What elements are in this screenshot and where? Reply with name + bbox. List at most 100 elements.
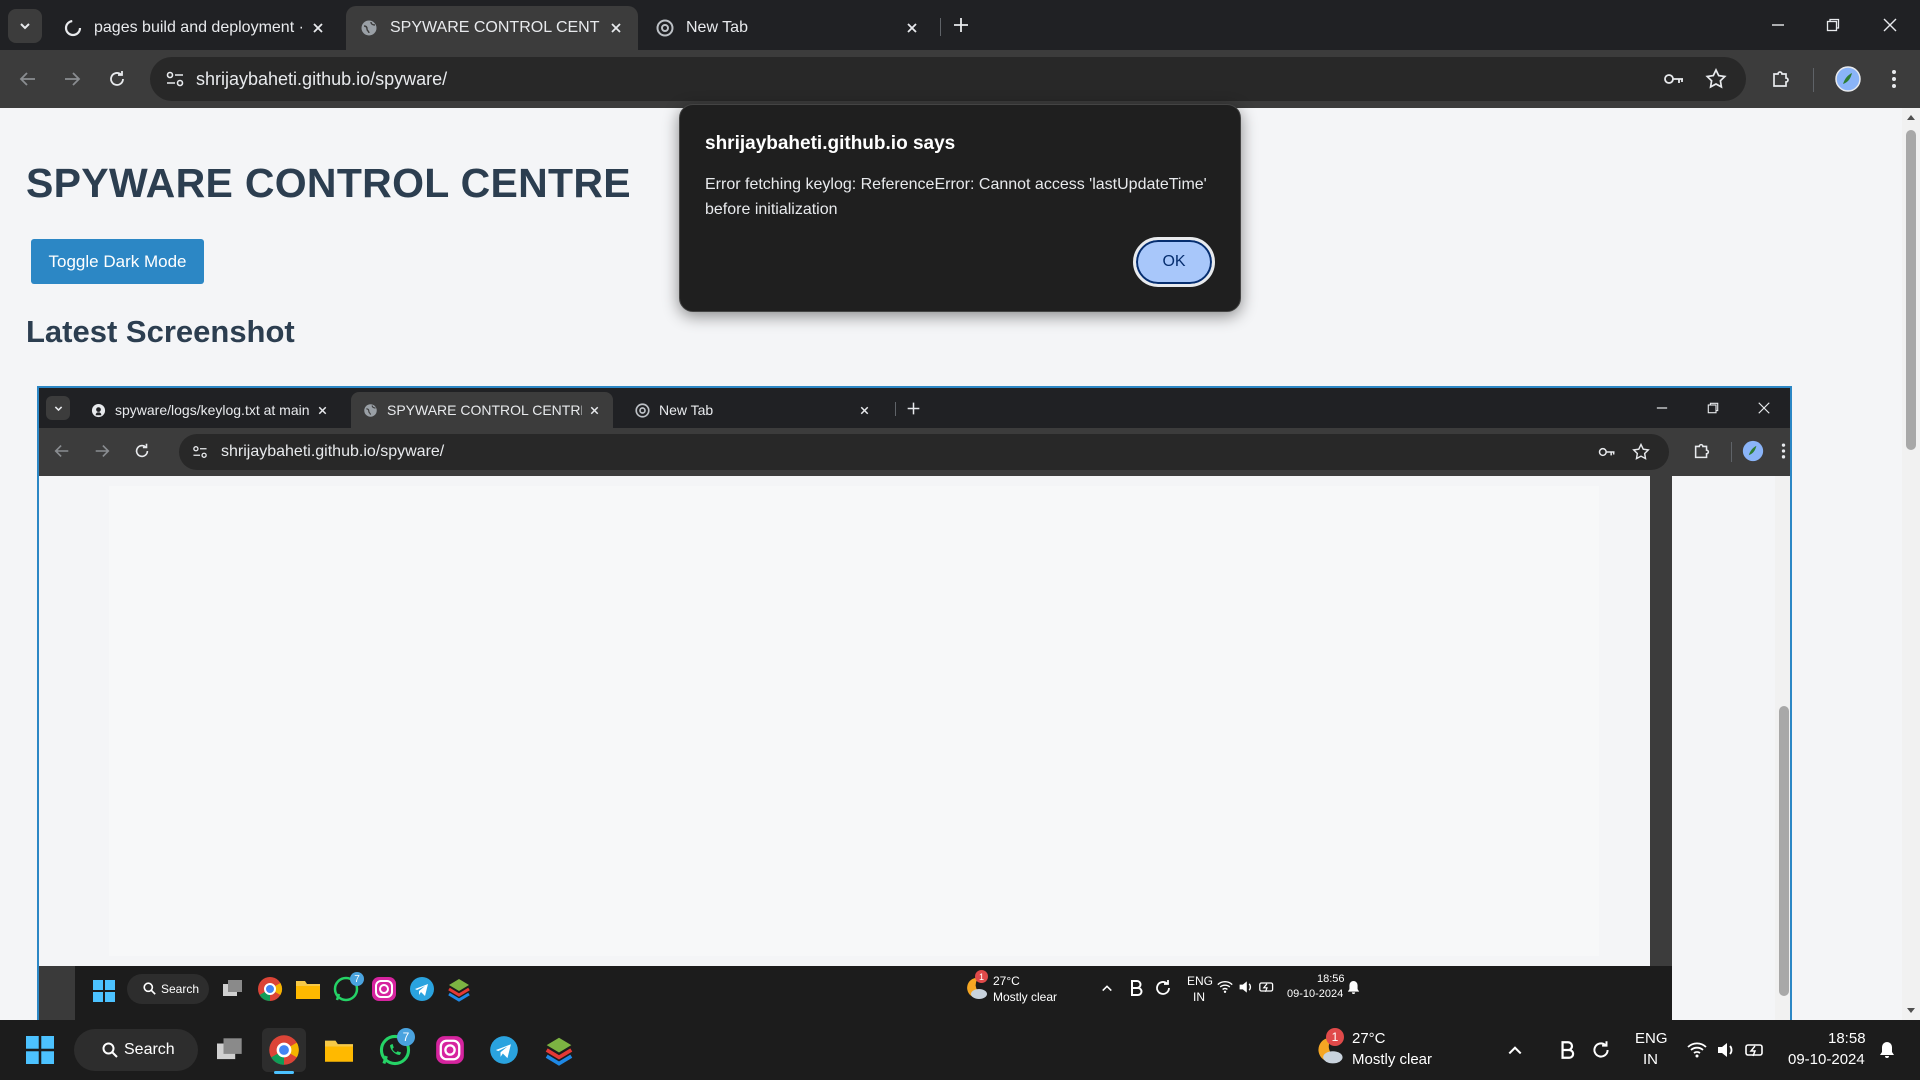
toolbar-divider [1813,68,1814,92]
search-icon [102,1042,118,1058]
search-label: Search [161,982,200,996]
tab-pages-build[interactable]: pages build and deployment · s [50,6,340,50]
new-tab-button[interactable] [948,12,974,38]
restore-icon [1826,18,1840,32]
more-vert-icon [1892,70,1896,88]
address-bar[interactable]: shrijaybaheti.github.io/spyware/ [150,57,1746,101]
tray-bluetooth[interactable] [1552,1028,1582,1072]
taskbar-file-explorer[interactable] [317,1028,361,1072]
minimize-icon [1772,24,1784,26]
task-view-button[interactable] [208,1028,252,1072]
tray-volume[interactable] [1711,1028,1741,1072]
tray-battery[interactable] [1740,1028,1770,1072]
more-vert-icon [1781,443,1786,459]
notification-bell-icon [1880,1042,1894,1058]
language-label[interactable]: ENG [1635,1030,1668,1047]
scrollbar-thumb [1779,706,1789,996]
taskbar-search[interactable]: Search [74,1029,198,1071]
globe-icon [364,403,377,417]
screenshot-tab-keylog: spyware/logs/keylog.txt at main [79,392,341,428]
chrome-icon [656,19,674,37]
screenshot-content: Search 7 1 27°C Mostly clear ENG IN 18:5… [39,476,1790,1020]
bluestacks-icon [448,979,470,1002]
telegram-icon [490,1036,518,1064]
chevron-up-icon [1508,1046,1522,1055]
alert-dialog: shrijaybaheti.github.io says Error fetch… [679,104,1241,312]
close-icon [590,406,599,414]
clock-time[interactable]: 18:58 [1828,1030,1866,1047]
dialog-title: shrijaybaheti.github.io says [705,133,956,154]
arrow-left-icon [54,445,69,457]
window-close-button[interactable] [1872,10,1908,40]
password-key-icon[interactable] [1662,67,1686,91]
bookmark-star-icon[interactable] [1704,67,1728,91]
clock-date[interactable]: 09-10-2024 [1788,1051,1865,1068]
telegram-icon [410,977,434,1001]
ok-button[interactable]: OK [1133,237,1215,287]
scrollbar-thumb[interactable] [1906,130,1916,450]
start-button[interactable] [18,1028,62,1072]
arrow-right-icon [95,445,110,457]
taskbar-chrome[interactable] [262,1028,306,1074]
chevron-down-icon [20,23,30,30]
region-label[interactable]: IN [1643,1051,1658,1068]
language-label: ENG [1187,974,1214,988]
tab-spyware-control-centre[interactable]: SPYWARE CONTROL CENTRE [346,6,638,50]
instagram-icon [436,1036,464,1064]
forward-button[interactable] [56,63,88,95]
taskbar-instagram[interactable] [428,1028,472,1072]
reload-button[interactable] [101,63,133,95]
weather-badge: 1 [975,970,988,983]
close-icon[interactable] [608,20,624,36]
file-explorer-icon [325,1040,353,1062]
puzzle-icon [1694,443,1710,459]
chrome-app-icon [269,1035,299,1065]
section-title: Latest Screenshot [26,314,295,349]
screenshot-tab-search [46,396,70,420]
tab-search-button[interactable] [8,9,42,43]
back-button[interactable] [12,63,44,95]
extensions-button[interactable] [1767,65,1795,93]
browser-menu-button[interactable] [1880,65,1908,93]
tab-title: New Tab [686,19,748,36]
tray-sync[interactable] [1586,1028,1616,1072]
site-info-icon [193,446,207,458]
tab-title: SPYWARE CONTROL CENTRE [387,402,582,418]
volume-icon [1718,1043,1733,1057]
url-text: shrijaybaheti.github.io/spyware/ [196,69,448,89]
bluetooth-b-icon [1131,980,1143,996]
close-icon[interactable] [310,20,326,36]
taskbar-telegram[interactable] [482,1028,526,1072]
windows-start-icon [26,1036,54,1064]
weather-badge: 1 [1326,1028,1344,1046]
toggle-dark-mode-button[interactable]: Toggle Dark Mode [31,239,204,284]
show-hidden-icons-button[interactable] [1500,1028,1530,1072]
tab-title: pages build and deployment · s [94,19,302,36]
tab-title: SPYWARE CONTROL CENTRE [390,19,600,36]
tab-new-tab[interactable]: New Tab [642,6,934,50]
region-label: IN [1193,990,1205,1004]
profile-avatar-button[interactable] [1834,65,1862,93]
page-scrollbar[interactable] [1902,108,1920,1020]
latest-screenshot-image: spyware/logs/keylog.txt at main SPYWARE … [37,386,1792,1020]
plus-icon [954,18,968,32]
weather-desc: Mostly clear [993,990,1058,1004]
site-info-icon[interactable] [164,68,186,90]
whatsapp-badge: 7 [397,1028,415,1046]
search-box: Search [127,974,209,1004]
taskbar-bluestacks[interactable] [537,1028,581,1072]
restore-button[interactable] [1815,10,1851,40]
tray-wifi[interactable] [1682,1028,1712,1072]
plus-icon [907,402,920,415]
faded-page-area [109,486,1599,956]
notifications-button[interactable] [1872,1028,1902,1072]
avatar-icon [1835,66,1861,92]
minimize-button[interactable] [1760,10,1796,40]
screenshot-inner-scrollbar [1650,476,1672,966]
chevron-down-icon [54,405,62,411]
windows-start-icon [93,980,115,1002]
sync-icon [1593,1041,1609,1058]
page-title: SPYWARE CONTROL CENTRE [26,160,631,206]
close-icon[interactable] [904,20,920,36]
reload-icon [135,443,149,458]
